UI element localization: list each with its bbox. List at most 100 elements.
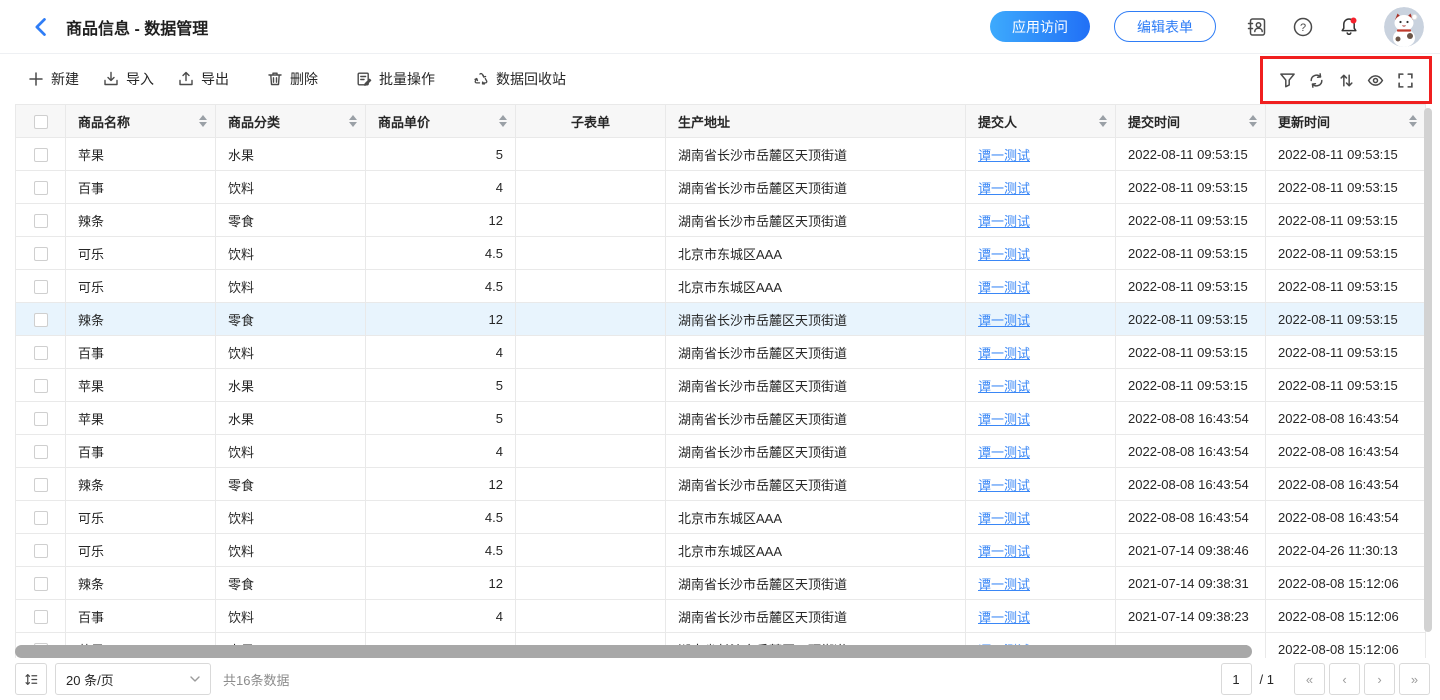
row-checkbox[interactable]: [34, 610, 48, 624]
import-button[interactable]: 导入: [103, 69, 154, 89]
cell-update_time: 2022-08-11 09:53:15: [1266, 204, 1426, 237]
row-checkbox[interactable]: [34, 214, 48, 228]
row-checkbox[interactable]: [34, 412, 48, 426]
submitter-link[interactable]: 谭一测试: [978, 412, 1030, 427]
row-checkbox[interactable]: [34, 148, 48, 162]
cell-select: [16, 369, 66, 402]
export-button[interactable]: 导出: [178, 69, 229, 89]
notifications-button[interactable]: [1338, 16, 1360, 38]
submitter-link[interactable]: 谭一测试: [978, 148, 1030, 163]
row-checkbox[interactable]: [34, 577, 48, 591]
cell-address: 湖南省长沙市岳麓区天顶街道: [666, 468, 966, 501]
submitter-link[interactable]: 谭一测试: [978, 181, 1030, 196]
submitter-link[interactable]: 谭一测试: [978, 346, 1030, 361]
cell-submit_time: 2021-07-14 09:38:31: [1116, 567, 1266, 600]
contacts-button[interactable]: [1246, 16, 1268, 38]
row-height-button[interactable]: [15, 663, 47, 695]
cell-category: 零食: [216, 468, 366, 501]
prev-page-button[interactable]: ‹: [1329, 663, 1360, 695]
cell-update_time: 2022-08-11 09:53:15: [1266, 336, 1426, 369]
export-label: 导出: [201, 69, 229, 89]
last-page-button[interactable]: »: [1399, 663, 1430, 695]
table-row: 辣条零食12湖南省长沙市岳麓区天顶街道谭一测试2022-08-11 09:53:…: [16, 303, 1426, 336]
sort-carets-icon[interactable]: [1409, 115, 1417, 127]
user-avatar[interactable]: [1384, 7, 1424, 47]
sort-carets-icon[interactable]: [349, 115, 357, 127]
row-checkbox[interactable]: [34, 544, 48, 558]
help-button[interactable]: ?: [1292, 16, 1314, 38]
row-checkbox[interactable]: [34, 247, 48, 261]
row-height-icon: [24, 672, 39, 687]
first-page-button[interactable]: «: [1294, 663, 1325, 695]
submitter-link[interactable]: 谭一测试: [978, 544, 1030, 559]
column-header-select: [16, 105, 66, 138]
submitter-link[interactable]: 谭一测试: [978, 379, 1030, 394]
sort-carets-icon[interactable]: [1249, 115, 1257, 127]
horizontal-scrollbar[interactable]: [15, 645, 1252, 658]
cell-submit_time: 2022-08-08 16:43:54: [1116, 435, 1266, 468]
submitter-link[interactable]: 谭一测试: [978, 247, 1030, 262]
batch-operations-button[interactable]: 批量操作: [356, 69, 435, 89]
cell-subform: [516, 402, 666, 435]
vertical-scrollbar[interactable]: [1424, 108, 1432, 632]
new-record-button[interactable]: 新建: [28, 69, 79, 89]
filter-button[interactable]: [1277, 70, 1297, 90]
cell-subform: [516, 468, 666, 501]
column-header-name[interactable]: 商品名称: [66, 105, 216, 138]
cell-select: [16, 567, 66, 600]
row-checkbox[interactable]: [34, 478, 48, 492]
delete-button[interactable]: 删除: [267, 69, 318, 89]
current-page-input[interactable]: [1221, 663, 1252, 695]
next-page-button[interactable]: ›: [1364, 663, 1395, 695]
column-header-submitter[interactable]: 提交人: [966, 105, 1116, 138]
cell-name: 可乐: [66, 270, 216, 303]
row-checkbox[interactable]: [34, 511, 48, 525]
submitter-link[interactable]: 谭一测试: [978, 313, 1030, 328]
row-checkbox[interactable]: [34, 379, 48, 393]
cell-category: 饮料: [216, 501, 366, 534]
sort-carets-icon[interactable]: [199, 115, 207, 127]
app-access-button[interactable]: 应用访问: [990, 11, 1090, 42]
table-row: 可乐饮料4.5北京市东城区AAA谭一测试2022-08-08 16:43:542…: [16, 501, 1426, 534]
cell-name: 苹果: [66, 402, 216, 435]
submitter-link[interactable]: 谭一测试: [978, 511, 1030, 526]
fullscreen-icon: [1397, 72, 1414, 89]
row-checkbox[interactable]: [34, 346, 48, 360]
cell-name: 百事: [66, 600, 216, 633]
column-header-category[interactable]: 商品分类: [216, 105, 366, 138]
column-header-price[interactable]: 商品单价: [366, 105, 516, 138]
row-checkbox[interactable]: [34, 280, 48, 294]
submitter-link[interactable]: 谭一测试: [978, 610, 1030, 625]
cell-name: 辣条: [66, 468, 216, 501]
submitter-link[interactable]: 谭一测试: [978, 214, 1030, 229]
column-label: 更新时间: [1278, 115, 1330, 130]
row-checkbox[interactable]: [34, 445, 48, 459]
cell-update_time: 2022-08-08 16:43:54: [1266, 468, 1426, 501]
cell-name: 辣条: [66, 303, 216, 336]
fullscreen-button[interactable]: [1395, 70, 1415, 90]
page-size-select[interactable]: 20 条/页: [55, 663, 211, 695]
filter-icon: [1279, 72, 1296, 89]
submitter-link[interactable]: 谭一测试: [978, 577, 1030, 592]
page-title: 商品信息 - 数据管理: [66, 15, 208, 39]
column-visibility-button[interactable]: [1366, 70, 1386, 90]
row-checkbox[interactable]: [34, 313, 48, 327]
submitter-link[interactable]: 谭一测试: [978, 478, 1030, 493]
table-row: 可乐饮料4.5北京市东城区AAA谭一测试2022-08-11 09:53:152…: [16, 270, 1426, 303]
cell-subform: [516, 435, 666, 468]
table-row: 百事饮料4湖南省长沙市岳麓区天顶街道谭一测试2022-08-08 16:43:5…: [16, 435, 1426, 468]
column-header-update_time[interactable]: 更新时间: [1266, 105, 1426, 138]
edit-form-button[interactable]: 编辑表单: [1114, 11, 1216, 42]
row-checkbox[interactable]: [34, 181, 48, 195]
cell-submitter: 谭一测试: [966, 567, 1116, 600]
sort-carets-icon[interactable]: [1099, 115, 1107, 127]
column-header-submit_time[interactable]: 提交时间: [1116, 105, 1266, 138]
recycle-bin-button[interactable]: 数据回收站: [473, 69, 566, 89]
refresh-button[interactable]: [1307, 70, 1327, 90]
submitter-link[interactable]: 谭一测试: [978, 280, 1030, 295]
select-all-checkbox[interactable]: [34, 115, 48, 129]
sort-button[interactable]: [1336, 70, 1356, 90]
sort-carets-icon[interactable]: [499, 115, 507, 127]
back-button[interactable]: [30, 16, 52, 38]
submitter-link[interactable]: 谭一测试: [978, 445, 1030, 460]
